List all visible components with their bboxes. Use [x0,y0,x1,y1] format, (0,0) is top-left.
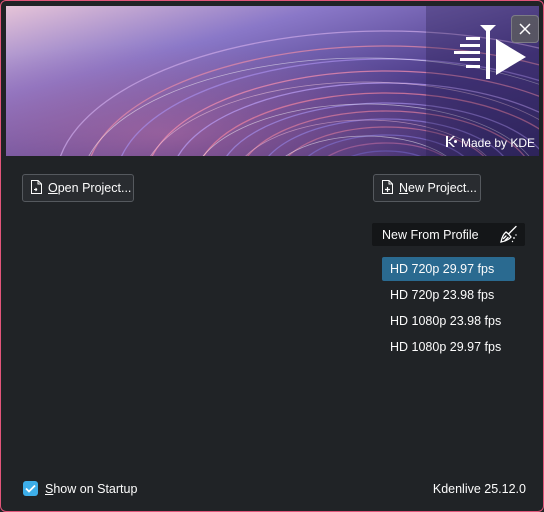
profile-list: HD 720p 29.97 fps HD 720p 23.98 fps HD 1… [382,257,515,361]
broom-icon[interactable] [499,225,518,247]
profile-item[interactable]: HD 1080p 23.98 fps [382,309,515,333]
open-project-label: Open Project... [48,181,132,195]
show-on-startup-checkbox[interactable] [23,481,38,496]
welcome-dialog: Made by KDE Open Project... New Project.… [0,0,544,512]
new-from-profile-header: New From Profile [372,223,525,246]
close-icon [519,23,531,35]
show-on-startup-option[interactable]: Show on Startup [23,481,137,496]
profile-item-label: HD 720p 23.98 fps [390,288,495,302]
profile-item[interactable]: HD 720p 23.98 fps [382,283,515,307]
profile-item-label: HD 1080p 29.97 fps [390,340,502,354]
open-document-icon [30,179,43,197]
close-button[interactable] [511,15,539,43]
new-project-label: New Project... [399,181,477,195]
open-project-button[interactable]: Open Project... [22,174,134,202]
version-label: Kdenlive 25.12.0 [432,482,526,496]
kde-logo-icon [445,135,458,151]
made-by-kde: Made by KDE [445,135,535,151]
checkmark-icon [25,484,36,493]
made-by-label: Made by KDE [461,136,536,150]
show-on-startup-label: Show on Startup [45,481,138,496]
new-project-button[interactable]: New Project... [373,174,481,202]
new-document-icon [381,179,394,197]
welcome-banner [6,6,539,156]
profile-item-label: HD 720p 29.97 fps [390,262,495,276]
profile-item-label: HD 1080p 23.98 fps [390,314,502,328]
profile-item[interactable]: HD 720p 29.97 fps [382,257,515,281]
profile-header-label: New From Profile [382,227,479,242]
profile-item[interactable]: HD 1080p 29.97 fps [382,335,515,359]
